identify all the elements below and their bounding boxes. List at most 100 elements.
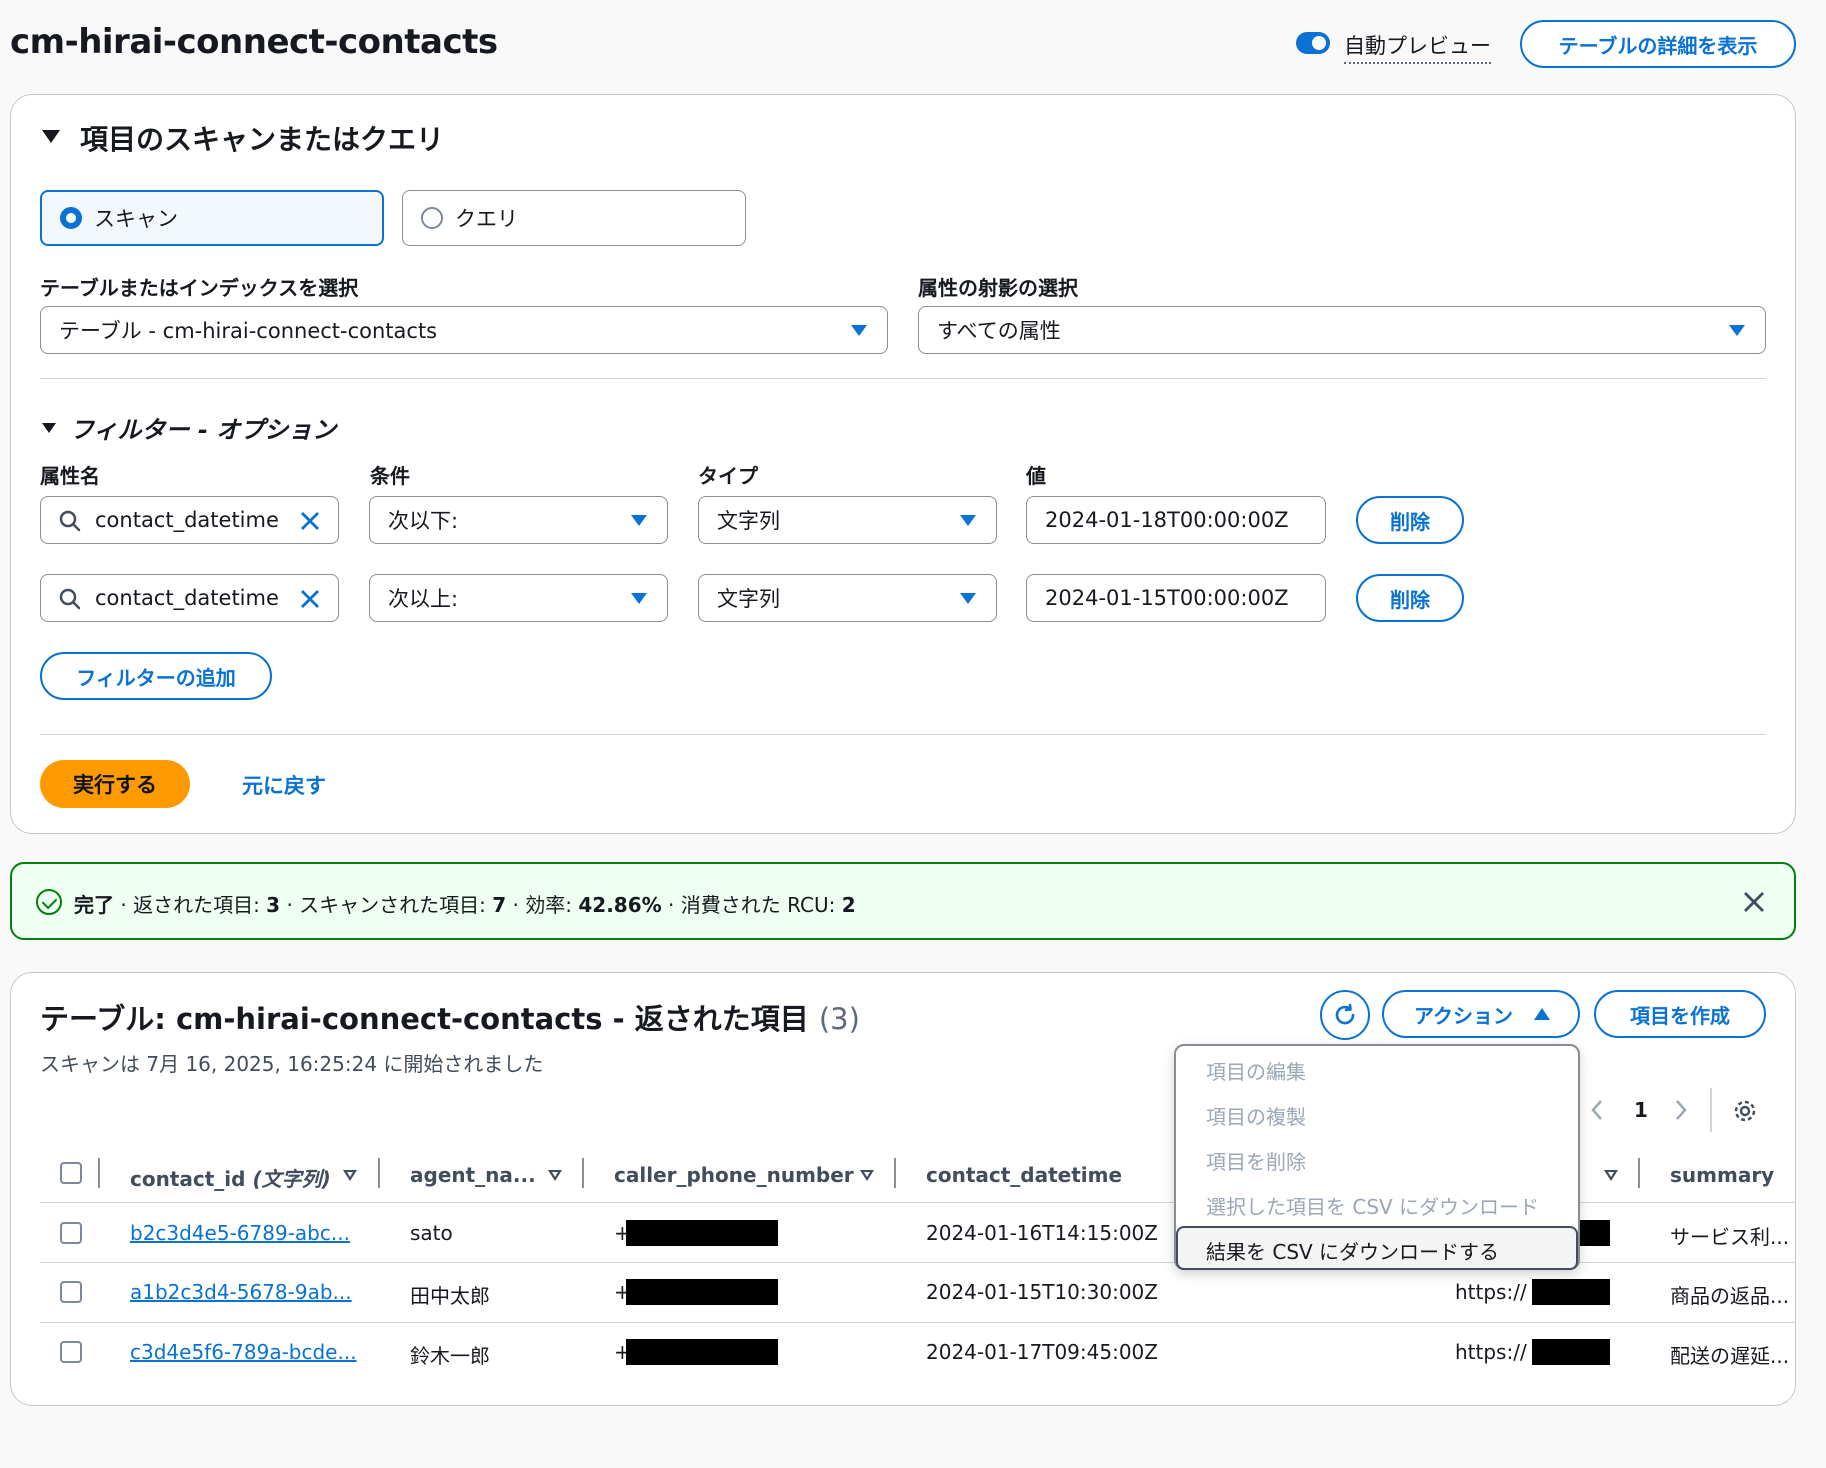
url-cell: https://: [1455, 1280, 1527, 1304]
current-page[interactable]: 1: [1634, 1098, 1648, 1122]
row-divider: [40, 1322, 1796, 1323]
column-header-summary[interactable]: summary: [1670, 1163, 1774, 1187]
filter-value-input[interactable]: 2024-01-18T00:00:00Z: [1026, 496, 1326, 544]
contact-id-link[interactable]: a1b2c3d4-5678-9ab...: [130, 1280, 352, 1304]
run-button[interactable]: 実行する: [40, 760, 190, 808]
search-icon: [59, 510, 81, 532]
column-separator: [98, 1158, 100, 1188]
efficiency-value: 42.86%: [578, 893, 662, 917]
column-header-contact-datetime[interactable]: contact_datetime: [926, 1163, 1122, 1187]
filter-condition-select[interactable]: 次以上:: [369, 574, 668, 622]
rcu-value: 2: [841, 893, 856, 917]
column-header-label: contact_id: [130, 1167, 246, 1191]
collapse-caret-icon[interactable]: [42, 128, 60, 147]
datetime-cell: 2024-01-16T14:15:00Z: [926, 1221, 1158, 1245]
column-separator[interactable]: [378, 1158, 380, 1188]
refresh-button[interactable]: [1320, 990, 1370, 1040]
column-separator[interactable]: [1638, 1158, 1640, 1188]
clear-icon[interactable]: [299, 588, 321, 610]
sort-icon[interactable]: [860, 1170, 874, 1181]
contact-id-link[interactable]: c3d4e5f6-789a-bcde...: [130, 1340, 357, 1364]
agent-name-cell: 田中太郎: [410, 1284, 490, 1308]
sort-icon[interactable]: [548, 1170, 562, 1181]
remove-filter-button[interactable]: 削除: [1356, 574, 1464, 622]
actions-label: アクション: [1414, 1003, 1513, 1028]
chevron-right-icon[interactable]: [1674, 1098, 1688, 1122]
sort-icon[interactable]: [343, 1170, 357, 1181]
filter-type-select[interactable]: 文字列: [698, 574, 997, 622]
menu-item-delete[interactable]: 項目を削除: [1206, 1146, 1306, 1175]
filter-condition-value: 次以下:: [388, 509, 459, 533]
menu-item-download-results[interactable]: 結果を CSV にダウンロードする: [1206, 1236, 1499, 1265]
dropdown-caret-icon: [851, 325, 867, 336]
column-separator[interactable]: [582, 1158, 584, 1188]
select-all-checkbox[interactable]: [60, 1162, 82, 1184]
auto-preview-label[interactable]: 自動プレビュー: [1344, 30, 1491, 64]
filter-attr-input[interactable]: contact_datetime: [40, 574, 339, 622]
redaction-block: [1532, 1339, 1610, 1365]
attr-column-label: 属性名: [40, 464, 100, 488]
row-checkbox[interactable]: [60, 1222, 82, 1244]
returned-count: 3: [266, 893, 281, 917]
row-checkbox[interactable]: [60, 1341, 82, 1363]
column-header-contact-id[interactable]: contact_id (文字列): [130, 1163, 331, 1192]
create-item-button[interactable]: 項目を作成: [1594, 990, 1766, 1038]
filter-condition-value: 次以上:: [388, 587, 459, 611]
filter-value-text: 2024-01-15T00:00:00Z: [1045, 586, 1289, 610]
page-title: cm-hirai-connect-contacts: [10, 22, 498, 62]
returned-label: · 返された項目:: [120, 893, 260, 917]
datetime-cell: 2024-01-15T10:30:00Z: [926, 1280, 1158, 1304]
clear-icon[interactable]: [299, 510, 321, 532]
filter-value-text: 2024-01-18T00:00:00Z: [1045, 508, 1289, 532]
projection-select-value: すべての属性: [937, 319, 1061, 343]
query-mode-option[interactable]: クエリ: [402, 190, 746, 246]
projection-select[interactable]: すべての属性: [918, 306, 1766, 354]
redaction-block: [626, 1220, 778, 1246]
menu-item-edit[interactable]: 項目の編集: [1206, 1056, 1306, 1085]
menu-item-duplicate[interactable]: 項目の複製: [1206, 1101, 1306, 1130]
actions-dropdown-button[interactable]: アクション: [1382, 990, 1580, 1038]
section-divider: [40, 734, 1766, 735]
auto-preview-toggle[interactable]: [1296, 32, 1330, 54]
filter-section-title: フィルター - オプション: [70, 416, 337, 444]
search-icon: [59, 588, 81, 610]
column-header-caller-phone[interactable]: caller_phone_number: [614, 1163, 854, 1187]
scanned-count: 7: [492, 893, 507, 917]
redaction-block: [626, 1339, 778, 1365]
view-table-details-button[interactable]: テーブルの詳細を表示: [1520, 20, 1796, 68]
dropdown-caret-icon: [631, 515, 647, 526]
row-checkbox[interactable]: [60, 1281, 82, 1303]
column-header-agent-name[interactable]: agent_na...: [410, 1163, 536, 1187]
sort-icon[interactable]: [1604, 1170, 1618, 1181]
add-filter-button[interactable]: フィルターの追加: [40, 652, 272, 700]
results-title: テーブル: cm-hirai-connect-contacts - 返された項目: [40, 1002, 809, 1036]
table-select-label: テーブルまたはインデックスを選択: [40, 276, 359, 300]
datetime-cell: 2024-01-17T09:45:00Z: [926, 1340, 1158, 1364]
dropdown-caret-icon: [631, 593, 647, 604]
close-icon[interactable]: [1742, 890, 1766, 914]
contact-id-link[interactable]: b2c3d4e5-6789-abc...: [130, 1221, 350, 1245]
chevron-left-icon[interactable]: [1590, 1098, 1604, 1122]
remove-filter-button[interactable]: 削除: [1356, 496, 1464, 544]
results-count: (3): [818, 1002, 860, 1036]
rcu-label: · 消費された RCU:: [668, 893, 836, 917]
filter-attr-value: contact_datetime: [95, 508, 279, 532]
menu-item-download-selected[interactable]: 選択した項目を CSV にダウンロード: [1206, 1191, 1539, 1220]
filter-type-value: 文字列: [717, 509, 780, 533]
scan-mode-option[interactable]: スキャン: [40, 190, 384, 246]
table-select[interactable]: テーブル - cm-hirai-connect-contacts: [40, 306, 888, 354]
scan-query-title: 項目のスキャンまたはクエリ: [80, 123, 445, 156]
summary-cell: 配送の遅延...: [1670, 1344, 1790, 1368]
filter-type-select[interactable]: 文字列: [698, 496, 997, 544]
filter-condition-select[interactable]: 次以下:: [369, 496, 668, 544]
settings-gear-icon[interactable]: [1732, 1098, 1758, 1124]
agent-name-cell: sato: [410, 1221, 453, 1245]
condition-column-label: 条件: [370, 464, 410, 488]
success-banner: 完了 · 返された項目: 3 · スキャンされた項目: 7 · 効率: 42.8…: [10, 862, 1796, 940]
filter-attr-input[interactable]: contact_datetime: [40, 496, 339, 544]
column-separator[interactable]: [894, 1158, 896, 1188]
dropdown-caret-icon: [1729, 325, 1745, 336]
filter-value-input[interactable]: 2024-01-15T00:00:00Z: [1026, 574, 1326, 622]
reset-link[interactable]: 元に戻す: [242, 770, 326, 800]
filter-collapse-caret-icon[interactable]: [42, 418, 56, 437]
